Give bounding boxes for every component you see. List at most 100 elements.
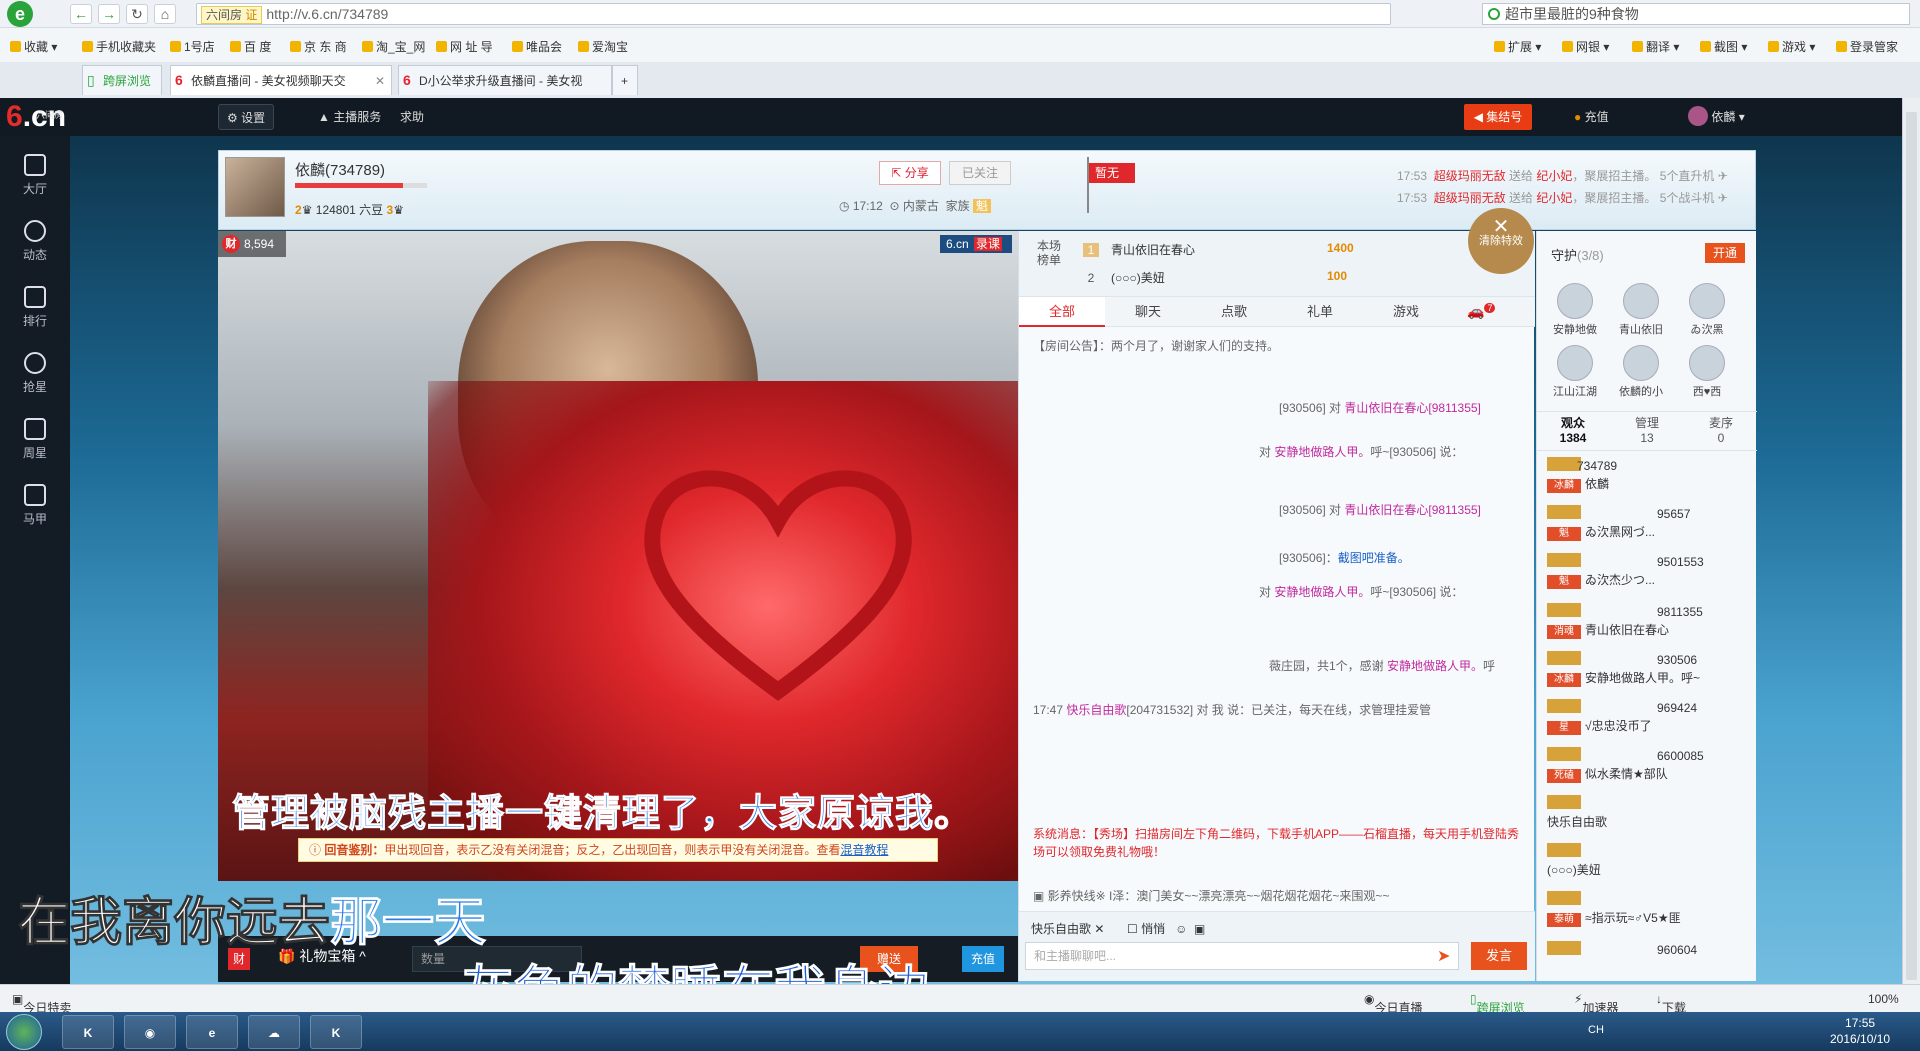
- chat-target[interactable]: 快乐自由歌 ✕: [1031, 920, 1104, 937]
- tab-gifts[interactable]: 礼单: [1277, 297, 1363, 327]
- list-item[interactable]: 969424 星 √忠忠没币了: [1547, 699, 1747, 739]
- new-tab-button[interactable]: +: [612, 65, 638, 95]
- guard-member[interactable]: 江山江湖: [1547, 345, 1603, 399]
- tool-bank[interactable]: 网银 ▾: [1562, 38, 1609, 55]
- list-item[interactable]: 930506 冰麟 安静地做路人甲。呼~: [1547, 651, 1747, 691]
- list-item[interactable]: 快乐自由歌: [1547, 795, 1747, 835]
- zoom-level[interactable]: 100%: [1868, 992, 1899, 1006]
- tool-games[interactable]: 游戏 ▾: [1768, 38, 1815, 55]
- browser-logo-icon[interactable]: e: [7, 1, 33, 27]
- cross-screen-link[interactable]: ▯ 跨屏浏览: [1470, 992, 1525, 1015]
- refresh-button[interactable]: ↻: [126, 4, 148, 24]
- chat-send-button[interactable]: 发言: [1471, 942, 1527, 970]
- nav-hall[interactable]: 大厅: [0, 140, 70, 204]
- download-link[interactable]: ↓ 下载: [1656, 992, 1686, 1015]
- close-tab-icon[interactable]: ✕: [375, 66, 385, 95]
- tool-extensions[interactable]: 扩展 ▾: [1494, 38, 1541, 55]
- nav-feed[interactable]: 动态: [0, 206, 70, 270]
- tab-song[interactable]: 点歌: [1191, 297, 1277, 327]
- anchor-avatar[interactable]: [225, 157, 285, 217]
- back-button[interactable]: ←: [70, 4, 92, 24]
- fav-item[interactable]: 百 度: [230, 38, 271, 55]
- tab-live-room-2[interactable]: 6 D小公举求升级直播间 - 美女视: [398, 65, 612, 95]
- list-item[interactable]: (○○○)美妞: [1547, 843, 1747, 883]
- taskbar-app-ktv[interactable]: K: [310, 1015, 362, 1049]
- fav-item[interactable]: 手机收藏夹: [82, 38, 156, 55]
- accelerator-link[interactable]: ⚡ 加速器: [1574, 992, 1618, 1015]
- fav-item[interactable]: 网 址 导: [436, 38, 493, 55]
- fav-item[interactable]: 爱淘宝: [578, 38, 628, 55]
- tab-chat[interactable]: 聊天: [1105, 297, 1191, 327]
- list-item[interactable]: 泰萌 ≈指示玩≈♂V5★匪: [1547, 891, 1747, 931]
- tab-audience[interactable]: 观众 1384: [1537, 416, 1609, 446]
- system-clock[interactable]: 17:55 2016/10/10: [1830, 1015, 1890, 1047]
- car-icon[interactable]: 🚗 7: [1467, 303, 1496, 320]
- guard-member[interactable]: ゐ㳄黑: [1679, 283, 1735, 337]
- rally-button[interactable]: ◀ 集结号: [1464, 104, 1532, 130]
- chat-input[interactable]: 和主播聊聊吧...: [1025, 942, 1459, 970]
- tool-translate[interactable]: 翻译 ▾: [1632, 38, 1679, 55]
- recharge-link[interactable]: ● 充值: [1566, 104, 1617, 130]
- list-item[interactable]: 9811355 消魂 青山依旧在春心: [1547, 603, 1747, 643]
- fav-item[interactable]: 唯品会: [512, 38, 562, 55]
- page-icon: [170, 41, 181, 52]
- tab-live-room-active[interactable]: 6 依麟直播间 - 美女视频聊天交 ✕: [170, 65, 392, 95]
- tab-cross-screen[interactable]: ▯ 跨屏浏览: [82, 65, 162, 95]
- guard-member[interactable]: 西♥西: [1679, 345, 1735, 399]
- list-item[interactable]: 6600085 死磕 似水柔情★部队: [1547, 747, 1747, 787]
- open-guard-button[interactable]: 开通: [1705, 243, 1745, 263]
- page-scrollbar[interactable]: [1902, 98, 1920, 984]
- list-item[interactable]: 734789 冰麟 依麟: [1547, 457, 1747, 497]
- guard-member[interactable]: 青山依旧: [1613, 283, 1669, 337]
- help-link[interactable]: 求助: [392, 104, 432, 130]
- today-live-link[interactable]: ◉ 今日直播: [1364, 992, 1423, 1015]
- search-input[interactable]: 超市里最脏的9种食物: [1482, 3, 1910, 25]
- followed-button[interactable]: 已关注: [949, 161, 1011, 185]
- taskbar-app-wechat[interactable]: ☁: [248, 1015, 300, 1049]
- tab-mic-queue[interactable]: 麦序 0: [1685, 416, 1757, 446]
- fav-item[interactable]: 1号店: [170, 38, 215, 55]
- user-menu[interactable]: 依麟 ▾: [1680, 104, 1753, 130]
- gift-pay-button[interactable]: 充值: [962, 946, 1004, 972]
- rank-row[interactable]: 1 青山依旧在春心 1400: [1083, 241, 1354, 258]
- url-input[interactable]: 六间房 证 http://v.6.cn/734789: [196, 3, 1391, 25]
- input-lang[interactable]: CH: [1588, 1024, 1604, 1036]
- whisper-checkbox[interactable]: ☐ 悄悄 ☺ ▣: [1127, 920, 1205, 937]
- rank-row[interactable]: 2 (○○○)美妞 100: [1083, 269, 1347, 286]
- anchor-meta: ◷ 17:12 ⊙ 内蒙古 家族 魁: [839, 197, 991, 214]
- tab-games[interactable]: 游戏: [1363, 297, 1449, 327]
- scrollbar-thumb[interactable]: [1906, 112, 1917, 980]
- level-badge: [1547, 553, 1581, 567]
- anchor-service-link[interactable]: ▲ 主播服务: [310, 104, 389, 130]
- guard-member[interactable]: 安静地做: [1547, 283, 1603, 337]
- mix-tutorial-link[interactable]: 混音教程: [840, 843, 888, 857]
- home-button[interactable]: ⌂: [154, 4, 176, 24]
- tab-admins[interactable]: 管理 13: [1611, 416, 1683, 446]
- tool-screenshot[interactable]: 截图 ▾: [1700, 38, 1747, 55]
- tool-login-manager[interactable]: 登录管家: [1836, 38, 1898, 55]
- site-logo[interactable]: 6.cn 六间房: [6, 102, 66, 132]
- start-button[interactable]: [6, 1014, 42, 1050]
- clear-effects-button[interactable]: ✕ 清除特效: [1468, 208, 1534, 274]
- taskbar-app-k[interactable]: K: [62, 1015, 114, 1049]
- guard-member[interactable]: 依麟的小: [1613, 345, 1669, 399]
- deals-link[interactable]: ▣ 今日特卖: [12, 992, 71, 1015]
- tab-all[interactable]: 全部: [1019, 297, 1105, 327]
- danmaku-text: 管理被脑残主播一键清理了，大家原谅我。: [231, 793, 974, 836]
- nav-vest[interactable]: 马甲: [0, 470, 70, 534]
- phone-icon: ▯: [87, 72, 95, 88]
- list-item[interactable]: 960604: [1547, 941, 1747, 981]
- list-item[interactable]: 9501553 魁ゐ㳄杰少つ...: [1547, 553, 1747, 593]
- nav-rank[interactable]: 排行: [0, 272, 70, 336]
- nav-weekstar[interactable]: 周星: [0, 404, 70, 468]
- fav-item[interactable]: 淘_宝_网: [362, 38, 425, 55]
- list-item[interactable]: 95657 魁ゐ㳄黑网づ...: [1547, 505, 1747, 545]
- taskbar-app-bee[interactable]: ◉: [124, 1015, 176, 1049]
- settings-button[interactable]: ⚙ 设置: [218, 104, 275, 130]
- forward-button[interactable]: →: [98, 4, 120, 24]
- fav-item[interactable]: 收藏 ▾: [10, 38, 57, 55]
- fav-item[interactable]: 京 东 商: [290, 38, 347, 55]
- nav-star[interactable]: 抢星: [0, 338, 70, 402]
- taskbar-app-browser[interactable]: e: [186, 1015, 238, 1049]
- share-button[interactable]: ⇱ 分享: [879, 161, 941, 185]
